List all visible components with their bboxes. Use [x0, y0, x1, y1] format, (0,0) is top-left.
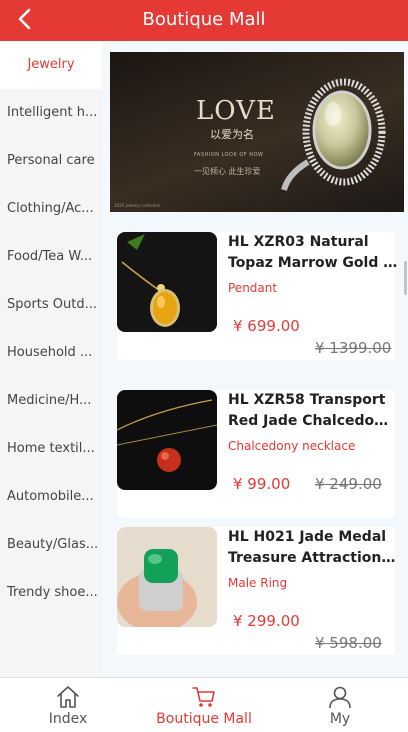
product-thumbnail[interactable] — [117, 527, 217, 627]
product-name[interactable]: HL XZR58 Transport Red Jade Chalcedony N… — [228, 390, 398, 432]
product-price: ¥ 99.00 — [233, 475, 291, 493]
tab-index[interactable]: Index — [0, 678, 136, 732]
product-price: ¥ 699.00 — [233, 317, 300, 335]
sidebar-item-beauty-glasses[interactable]: Beauty/Glas... — [0, 521, 102, 569]
sidebar-item-food-tea[interactable]: Food/Tea W... — [0, 233, 102, 281]
sidebar-item-medicine[interactable]: Medicine/H... — [0, 377, 102, 425]
tab-label: Index — [48, 711, 88, 727]
sidebar-item-trendy-shoes[interactable]: Trendy shoe... — [0, 569, 102, 617]
home-icon — [57, 686, 79, 708]
banner-love-text: LOVE — [196, 96, 276, 126]
sidebar-item-clothing[interactable]: Clothing/Ac... — [0, 185, 102, 233]
top-header: Boutique Mall — [0, 0, 408, 41]
sidebar-item-household[interactable]: Household ... — [0, 329, 102, 377]
product-card[interactable]: HL H021 Jade Medal Treasure Attraction R… — [117, 527, 398, 655]
product-price: ¥ 299.00 — [233, 612, 300, 630]
banner-subtitle: FASHION LOOK OF NOW — [194, 152, 264, 158]
product-original-price: ¥ 249.00 — [315, 475, 382, 493]
tab-my[interactable]: My — [272, 678, 408, 732]
tab-boutique-mall[interactable]: Boutique Mall — [136, 678, 272, 732]
sidebar-item-automobile[interactable]: Automobile... — [0, 473, 102, 521]
product-thumbnail[interactable] — [117, 390, 217, 490]
banner-footnote: 2020 jewelry collection — [114, 203, 161, 208]
sidebar-item-home-textile[interactable]: Home textil... — [0, 425, 102, 473]
product-thumbnail[interactable] — [117, 232, 217, 332]
sidebar-item-personal-care[interactable]: Personal care — [0, 137, 102, 185]
banner-chinese-title: 以爱为名 — [210, 128, 254, 141]
promo-banner[interactable]: LOVE 以爱为名 FASHION LOOK OF NOW 一见倾心 此生珍爱 … — [110, 52, 404, 212]
sidebar-item-intelligent-home[interactable]: Intelligent h... — [0, 89, 102, 137]
product-list-area[interactable]: LOVE 以爱为名 FASHION LOOK OF NOW 一见倾心 此生珍爱 … — [102, 41, 408, 677]
product-category: Pendant — [228, 281, 278, 295]
jade-ring-thumbnail — [117, 527, 217, 627]
tab-label: My — [329, 711, 351, 727]
cart-icon — [192, 687, 215, 707]
product-name[interactable]: HL XZR03 Natural Topaz Marrow Gold Penda… — [228, 232, 398, 274]
banner-chinese-slogan: 一见倾心 此生珍爱 — [194, 167, 261, 176]
sidebar-item-sports-outdoor[interactable]: Sports Outd... — [0, 281, 102, 329]
product-category: Chalcedony necklace — [228, 439, 356, 453]
product-original-price: ¥ 598.00 — [315, 634, 382, 652]
user-icon — [329, 686, 351, 709]
scrollbar[interactable] — [404, 261, 407, 295]
sidebar-item-jewelry[interactable]: Jewelry — [0, 41, 102, 89]
product-category: Male Ring — [228, 576, 288, 590]
product-card[interactable]: HL XZR03 Natural Topaz Marrow Gold Penda… — [117, 232, 398, 360]
chalcedony-necklace-image — [117, 390, 217, 490]
category-sidebar: Jewelry Intelligent h... Personal care C… — [0, 41, 102, 677]
page-title: Boutique Mall — [142, 9, 266, 30]
product-card[interactable]: HL XZR58 Transport Red Jade Chalcedony N… — [117, 390, 398, 518]
topaz-pendant-image — [117, 232, 217, 332]
tab-label: Boutique Mall — [156, 711, 252, 727]
jade-ring-image — [281, 78, 386, 191]
bottom-tab-bar: Index Boutique Mall My — [0, 677, 408, 732]
product-name[interactable]: HL H021 Jade Medal Treasure Attraction R… — [228, 527, 398, 569]
product-original-price: ¥ 1399.00 — [315, 339, 392, 357]
